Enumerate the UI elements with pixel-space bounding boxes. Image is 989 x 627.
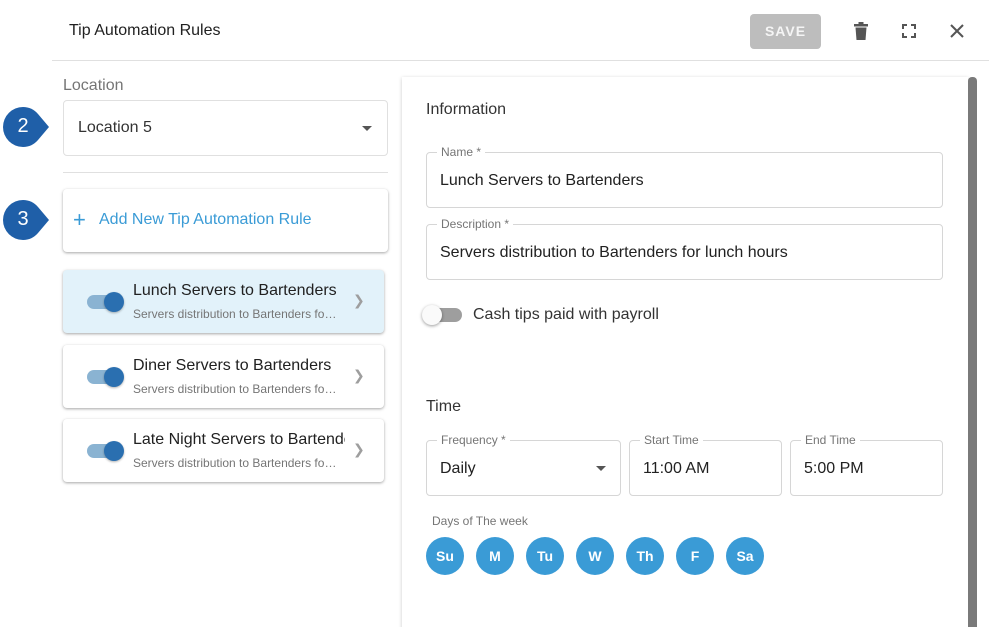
start-time-field[interactable]: Start Time 11:00 AM [629, 433, 782, 496]
days-of-week-label: Days of The week [432, 514, 528, 528]
section-heading-time: Time [426, 398, 461, 415]
chevron-right-icon: ❯ [353, 441, 365, 457]
rule-toggle[interactable] [104, 441, 124, 461]
rule-description: Servers distribution to Bartenders for l… [133, 456, 339, 470]
section-heading-information: Information [426, 101, 507, 118]
cash-tips-label: Cash tips paid with payroll [473, 306, 659, 323]
rule-description: Servers distribution to Bartenders for d… [133, 382, 339, 396]
plus-icon: + [73, 207, 86, 232]
cash-tips-toggle[interactable] [422, 305, 442, 325]
dialog-header: Tip Automation Rules SAVE [52, 0, 989, 61]
page-title: Tip Automation Rules [69, 22, 221, 39]
location-value: Location 5 [78, 119, 152, 136]
rule-list-item[interactable]: Late Night Servers to Bartenders Servers… [63, 419, 384, 482]
day-button-sa[interactable]: Sa [726, 537, 764, 575]
name-value: Lunch Servers to Bartenders [440, 172, 644, 189]
day-button-w[interactable]: W [576, 537, 614, 575]
location-select[interactable]: Location 5 [63, 100, 388, 156]
badge-number: 3 [17, 208, 29, 230]
start-time-value: 11:00 AM [643, 460, 710, 477]
callout-badge: 3 [2, 199, 50, 241]
close-icon[interactable] [946, 20, 968, 42]
rule-list-item[interactable]: Diner Servers to Bartenders Servers dist… [63, 345, 384, 408]
scrollbar[interactable] [968, 77, 977, 627]
name-label: Name * [437, 145, 486, 159]
trash-icon[interactable] [850, 20, 872, 42]
frequency-label: Frequency * [437, 433, 510, 447]
end-time-label: End Time [801, 433, 860, 447]
start-time-label: Start Time [640, 433, 703, 447]
rule-name: Late Night Servers to Bartenders [133, 431, 345, 448]
rule-name: Lunch Servers to Bartenders [133, 282, 337, 299]
description-label: Description * [437, 217, 514, 231]
badge-number: 2 [17, 115, 29, 137]
add-rule-label: Add New Tip Automation Rule [99, 211, 312, 228]
rule-toggle[interactable] [104, 367, 124, 387]
description-field[interactable]: Description * Servers distribution to Ba… [426, 217, 943, 280]
callout-badge: 2 [2, 106, 50, 148]
day-button-su[interactable]: Su [426, 537, 464, 575]
rule-toggle[interactable] [104, 292, 124, 312]
chevron-right-icon: ❯ [353, 367, 365, 383]
day-button-tu[interactable]: Tu [526, 537, 564, 575]
day-button-f[interactable]: F [676, 537, 714, 575]
frequency-value: Daily [440, 460, 476, 477]
rule-list-item[interactable]: Lunch Servers to Bartenders Servers dist… [63, 270, 384, 333]
save-button[interactable]: SAVE [750, 14, 821, 49]
chevron-right-icon: ❯ [353, 292, 365, 308]
location-label: Location [63, 77, 124, 94]
day-button-m[interactable]: M [476, 537, 514, 575]
frequency-select[interactable]: Frequency * Daily [426, 433, 621, 496]
rule-description: Servers distribution to Bartenders for l… [133, 307, 339, 321]
fullscreen-icon[interactable] [898, 20, 920, 42]
end-time-value: 5:00 PM [804, 460, 864, 477]
end-time-field[interactable]: End Time 5:00 PM [790, 433, 943, 496]
rule-name: Diner Servers to Bartenders [133, 357, 332, 374]
name-field[interactable]: Name * Lunch Servers to Bartenders [426, 145, 943, 208]
description-value: Servers distribution to Bartenders for l… [440, 244, 788, 261]
add-rule-button[interactable]: + Add New Tip Automation Rule [63, 189, 388, 252]
divider [63, 172, 388, 173]
dropdown-arrow-icon [596, 466, 606, 471]
day-button-th[interactable]: Th [626, 537, 664, 575]
dropdown-arrow-icon [362, 126, 372, 131]
